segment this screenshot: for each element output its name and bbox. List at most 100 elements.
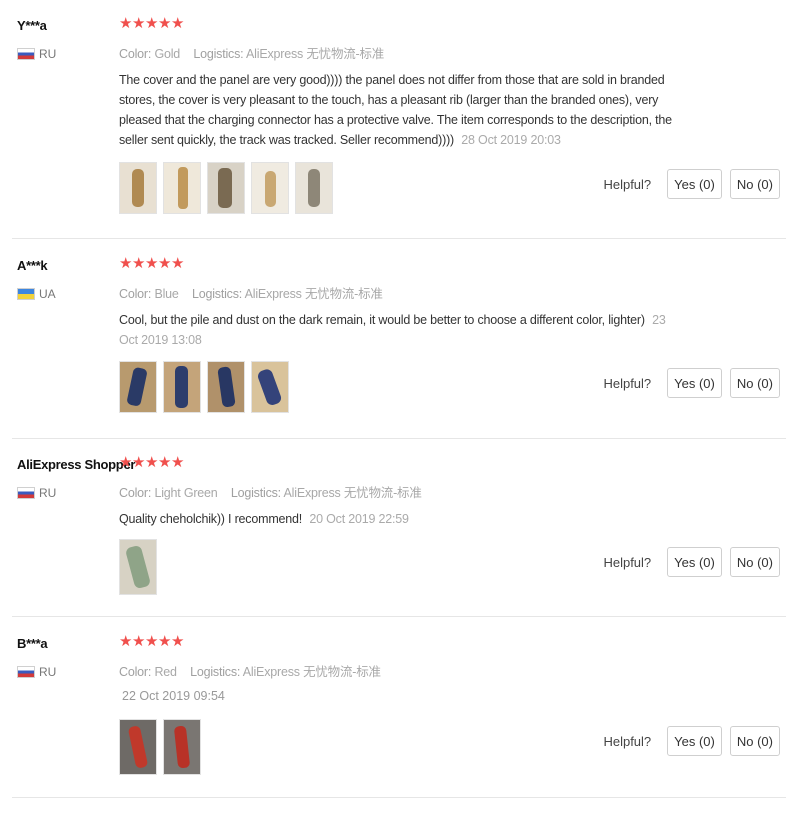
review-photo[interactable] xyxy=(251,361,289,413)
vote-yes-button[interactable]: Yes (0) xyxy=(667,368,722,398)
vote-yes-button[interactable]: Yes (0) xyxy=(667,726,722,756)
review-date: 28 Oct 2019 20:03 xyxy=(461,133,561,147)
color-value: Red xyxy=(154,665,177,679)
color-value: Blue xyxy=(154,287,179,301)
photo-image xyxy=(120,163,156,213)
star-icon: ★ xyxy=(171,15,185,32)
reviewer-name: Y***a xyxy=(17,18,47,33)
star-icon: ★ xyxy=(171,454,185,471)
review-photo[interactable] xyxy=(207,162,245,214)
star-icon: ★ xyxy=(119,15,133,32)
review-photo[interactable] xyxy=(163,361,201,413)
order-info: Color: Gold Logistics: AliExpress 无忧物流-标… xyxy=(119,43,384,62)
photo-image xyxy=(120,540,156,594)
review-photo[interactable] xyxy=(119,162,157,214)
vote-no-button[interactable]: No (0) xyxy=(729,547,780,577)
helpful-votes: Helpful? Yes (0) No (0) xyxy=(603,726,780,756)
review-divider xyxy=(12,238,786,239)
star-icon: ★ xyxy=(119,633,133,650)
logistics-value: AliExpress 无忧物流-标准 xyxy=(283,486,422,500)
star-rating: ★ ★ ★ ★ ★ xyxy=(119,16,184,32)
review-photo[interactable] xyxy=(295,162,333,214)
photo-image xyxy=(164,720,200,774)
reviewer-country: RU xyxy=(17,46,56,62)
star-icon: ★ xyxy=(132,255,146,272)
logistics-label: Logistics: xyxy=(191,287,243,301)
review-photo[interactable] xyxy=(163,719,201,775)
logistics-value: AliExpress 无忧物流-标准 xyxy=(246,47,385,61)
photo-gallery xyxy=(119,162,333,214)
order-info: Color: Red Logistics: AliExpress 无忧物流-标准 xyxy=(119,661,381,680)
review-text: Quality cheholchik)) I recommend! 20 Oct… xyxy=(119,509,694,529)
review-photo[interactable] xyxy=(163,162,201,214)
logistics-label: Logistics: xyxy=(190,665,241,679)
photo-image xyxy=(164,163,200,213)
country-code: RU xyxy=(39,47,57,61)
vote-no-button[interactable]: No (0) xyxy=(729,169,780,199)
star-icon: ★ xyxy=(132,15,146,32)
star-icon: ★ xyxy=(132,633,146,650)
color-value: Light Green xyxy=(154,486,218,500)
review-item: B***a RU ★ ★ ★ ★ ★ Color: Red Logistics: Ali… xyxy=(0,618,800,818)
helpful-votes: Helpful? Yes (0) No (0) xyxy=(603,169,780,199)
review-divider xyxy=(12,797,786,798)
review-text: Cool, but the pile and dust on the dark … xyxy=(119,310,684,350)
reviewer-name: AliExpress Shopper xyxy=(17,457,136,472)
star-icon: ★ xyxy=(145,15,159,32)
photo-image xyxy=(120,720,156,774)
ru-flag-icon xyxy=(17,666,35,678)
reviewer-country: RU xyxy=(17,485,56,501)
reviewer-name: B***a xyxy=(17,636,48,651)
vote-yes-button[interactable]: Yes (0) xyxy=(667,169,722,199)
star-icon: ★ xyxy=(158,255,172,272)
order-info: Color: Light Green Logistics: AliExpress… xyxy=(119,482,422,501)
review-photo[interactable] xyxy=(119,539,157,595)
review-photo[interactable] xyxy=(119,719,157,775)
review-divider xyxy=(12,616,786,617)
review-body: The cover and the panel are very good)))… xyxy=(119,73,672,147)
color-label: Color: xyxy=(119,47,152,61)
review-body: Cool, but the pile and dust on the dark … xyxy=(119,313,645,327)
vote-no-button[interactable]: No (0) xyxy=(729,368,780,398)
ru-flag-icon xyxy=(17,48,35,60)
star-icon: ★ xyxy=(171,633,185,650)
ru-flag-icon xyxy=(17,487,35,499)
country-code: RU xyxy=(39,665,57,679)
star-rating: ★ ★ ★ ★ ★ xyxy=(119,455,184,471)
review-photo[interactable] xyxy=(251,162,289,214)
photo-gallery xyxy=(119,361,289,413)
vote-no-button[interactable]: No (0) xyxy=(729,726,780,756)
helpful-votes: Helpful? Yes (0) No (0) xyxy=(603,368,780,398)
logistics-label: Logistics: xyxy=(230,486,281,500)
color-value: Gold xyxy=(154,47,181,61)
reviewer-name: A***k xyxy=(17,258,48,273)
star-icon: ★ xyxy=(158,454,172,471)
star-icon: ★ xyxy=(119,255,133,272)
star-icon: ★ xyxy=(119,454,133,471)
vote-yes-button[interactable]: Yes (0) xyxy=(667,547,722,577)
reviewer-country: RU xyxy=(17,664,56,680)
star-icon: ★ xyxy=(132,454,146,471)
review-date: 20 Oct 2019 22:59 xyxy=(309,512,409,526)
review-photo[interactable] xyxy=(207,361,245,413)
star-icon: ★ xyxy=(158,633,172,650)
helpful-label: Helpful? xyxy=(603,375,652,391)
photo-gallery xyxy=(119,539,157,595)
star-rating: ★ ★ ★ ★ ★ xyxy=(119,634,184,650)
color-label: Color: xyxy=(119,287,152,301)
logistics-value: AliExpress 无忧物流-标准 xyxy=(244,287,383,301)
review-photo[interactable] xyxy=(119,361,157,413)
review-item: AliExpress Shopper RU ★ ★ ★ ★ ★ Color: Light… xyxy=(0,439,800,639)
order-info: Color: Blue Logistics: AliExpress 无忧物流-标… xyxy=(119,283,383,302)
photo-image xyxy=(120,362,156,412)
star-rating: ★ ★ ★ ★ ★ xyxy=(119,256,184,272)
star-icon: ★ xyxy=(145,633,159,650)
star-icon: ★ xyxy=(145,454,159,471)
color-label: Color: xyxy=(119,665,152,679)
star-icon: ★ xyxy=(171,255,185,272)
photo-image xyxy=(208,362,244,412)
review-item: A***k UA ★ ★ ★ ★ ★ Color: Blue Logistics: Al… xyxy=(0,240,800,440)
helpful-label: Helpful? xyxy=(603,176,652,192)
photo-image xyxy=(252,163,288,213)
photo-gallery xyxy=(119,719,201,775)
